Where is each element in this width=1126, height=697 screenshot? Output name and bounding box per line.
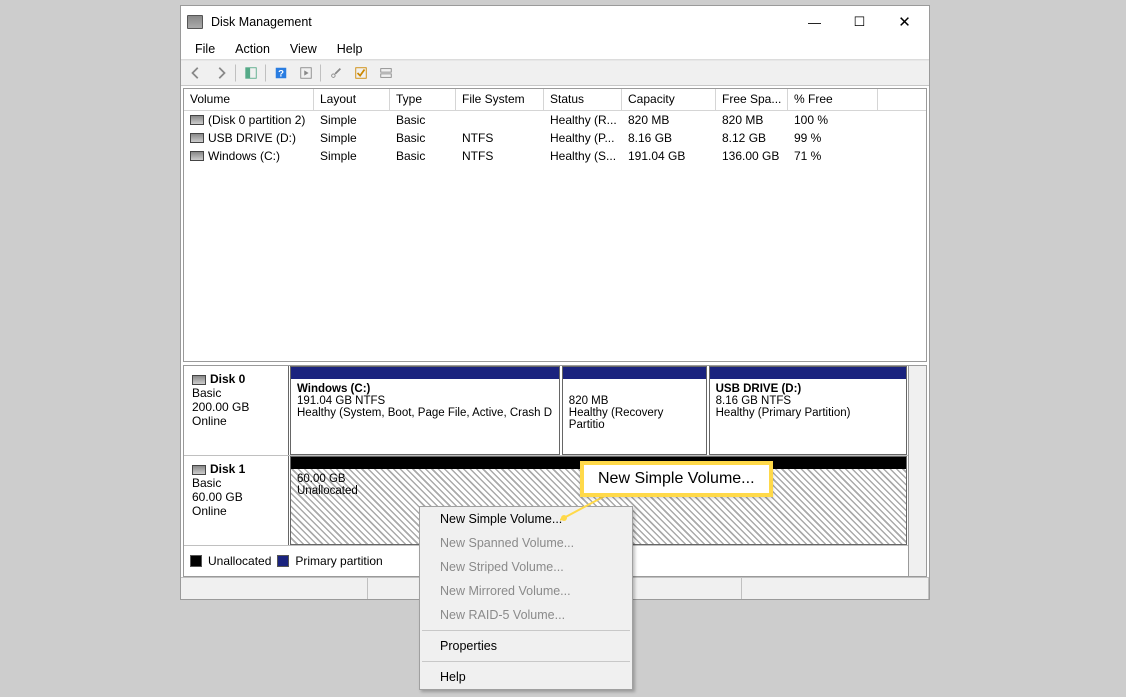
- col-free[interactable]: Free Spa...: [716, 89, 788, 110]
- back-button[interactable]: [185, 63, 207, 83]
- legend-primary-swatch: [277, 555, 289, 567]
- svg-text:?: ?: [278, 69, 284, 80]
- separator: [235, 64, 237, 82]
- legend-unallocated-swatch: [190, 555, 202, 567]
- table-header: Volume Layout Type File System Status Ca…: [184, 89, 926, 111]
- col-pct[interactable]: % Free: [788, 89, 878, 110]
- toolbar: ?: [181, 60, 929, 86]
- legend-primary-label: Primary partition: [295, 554, 382, 568]
- menu-action[interactable]: Action: [225, 40, 280, 58]
- layout-button[interactable]: [375, 63, 397, 83]
- col-fs[interactable]: File System: [456, 89, 544, 110]
- disk-icon: [192, 465, 206, 475]
- ctx-new-raid5-volume: New RAID-5 Volume...: [420, 603, 632, 627]
- menu-help[interactable]: Help: [327, 40, 373, 58]
- col-capacity[interactable]: Capacity: [622, 89, 716, 110]
- disk0-header[interactable]: Disk 0 Basic 200.00 GB Online: [184, 366, 289, 455]
- menu-file[interactable]: File: [185, 40, 225, 58]
- table-row[interactable]: USB DRIVE (D:) Simple Basic NTFS Healthy…: [184, 129, 926, 147]
- partition-usb-drive-d[interactable]: USB DRIVE (D:)8.16 GB NTFSHealthy (Prima…: [709, 366, 907, 455]
- help-button[interactable]: ?: [270, 63, 292, 83]
- volume-list: Volume Layout Type File System Status Ca…: [183, 88, 927, 362]
- ctx-new-striped-volume: New Striped Volume...: [420, 555, 632, 579]
- disk0-row: Disk 0 Basic 200.00 GB Online Windows (C…: [184, 366, 908, 456]
- scrollbar[interactable]: [908, 366, 926, 576]
- maximize-button[interactable]: ☐: [837, 8, 882, 36]
- table-row[interactable]: (Disk 0 partition 2) Simple Basic Health…: [184, 111, 926, 129]
- ctx-help[interactable]: Help: [420, 665, 632, 689]
- separator: [320, 64, 322, 82]
- table-row[interactable]: Windows (C:) Simple Basic NTFS Healthy (…: [184, 147, 926, 165]
- menubar: File Action View Help: [181, 38, 929, 60]
- disk1-header[interactable]: Disk 1 Basic 60.00 GB Online: [184, 456, 289, 545]
- volume-icon: [190, 133, 204, 143]
- menu-view[interactable]: View: [280, 40, 327, 58]
- separator: [265, 64, 267, 82]
- col-layout[interactable]: Layout: [314, 89, 390, 110]
- disk-icon: [192, 375, 206, 385]
- volume-icon: [190, 151, 204, 161]
- ctx-properties[interactable]: Properties: [420, 634, 632, 658]
- check-button[interactable]: [350, 63, 372, 83]
- close-button[interactable]: ✕: [882, 8, 927, 36]
- col-status[interactable]: Status: [544, 89, 622, 110]
- separator: [422, 630, 630, 631]
- callout-tooltip: New Simple Volume...: [580, 461, 773, 497]
- partition-recovery[interactable]: 820 MBHealthy (Recovery Partitio: [562, 366, 707, 455]
- settings-button[interactable]: [325, 63, 347, 83]
- minimize-button[interactable]: —: [792, 8, 837, 36]
- titlebar[interactable]: Disk Management — ☐ ✕: [181, 6, 929, 38]
- legend-unallocated-label: Unallocated: [208, 554, 271, 568]
- col-type[interactable]: Type: [390, 89, 456, 110]
- col-volume[interactable]: Volume: [184, 89, 314, 110]
- partition-windows-c[interactable]: Windows (C:)191.04 GB NTFSHealthy (Syste…: [290, 366, 560, 455]
- context-menu: New Simple Volume... New Spanned Volume.…: [419, 506, 633, 690]
- window-title: Disk Management: [211, 15, 792, 29]
- separator: [422, 661, 630, 662]
- ctx-new-spanned-volume: New Spanned Volume...: [420, 531, 632, 555]
- app-icon: [187, 15, 203, 29]
- volume-icon: [190, 115, 204, 125]
- show-hide-tree-button[interactable]: [240, 63, 262, 83]
- ctx-new-mirrored-volume: New Mirrored Volume...: [420, 579, 632, 603]
- forward-button[interactable]: [210, 63, 232, 83]
- run-button[interactable]: [295, 63, 317, 83]
